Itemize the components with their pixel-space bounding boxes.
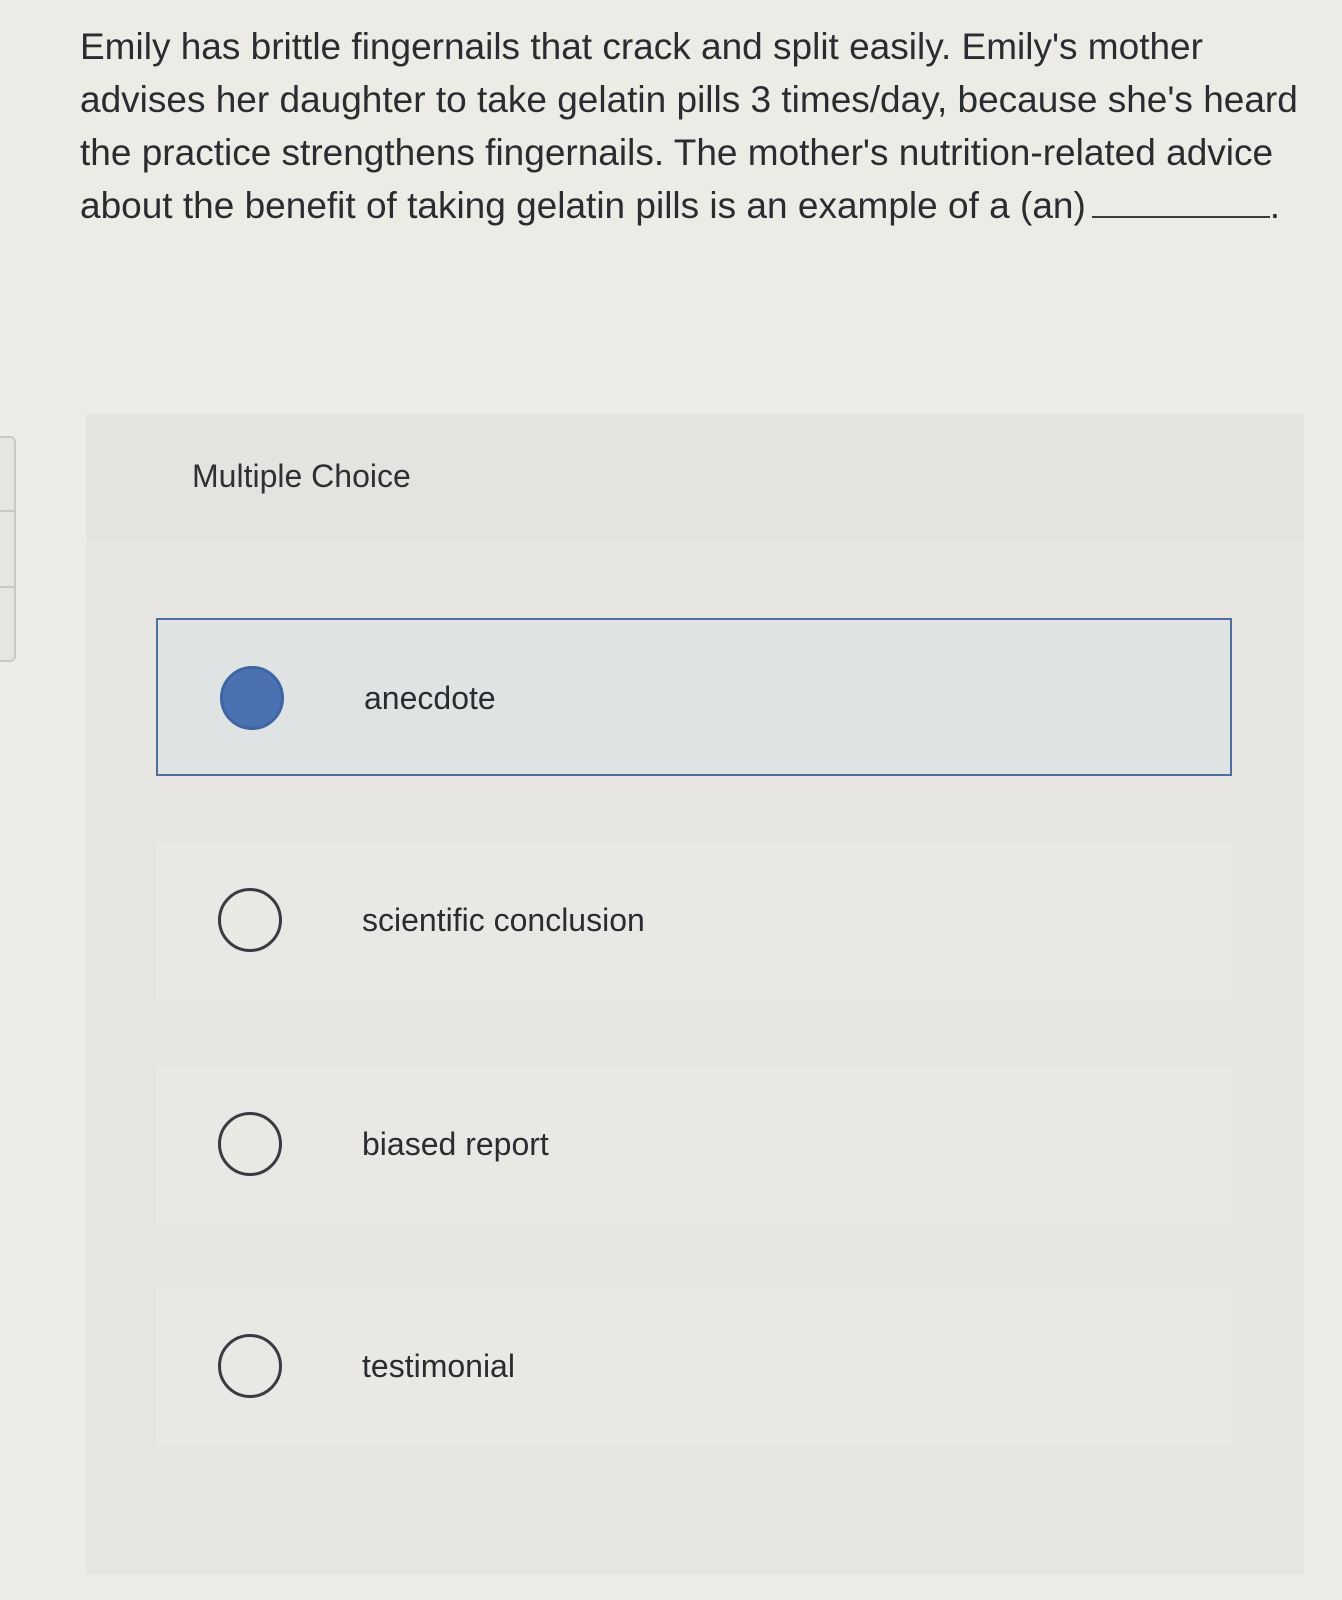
blank-period: . <box>1269 185 1281 226</box>
multiple-choice-label: Multiple Choice <box>192 458 411 494</box>
option-label: anecdote <box>364 680 496 716</box>
option-scientific-conclusion[interactable]: scientific conclusion <box>156 842 1232 1000</box>
radio-empty-icon[interactable] <box>218 888 282 952</box>
option-testimonial[interactable]: testimonial <box>156 1288 1232 1446</box>
option-label: biased report <box>362 1126 549 1162</box>
option-biased-report[interactable]: biased report <box>156 1066 1232 1224</box>
option-anecdote[interactable]: anecdote <box>156 618 1232 776</box>
question-prompt: Emily has brittle fingernails that crack… <box>80 20 1320 232</box>
radio-empty-icon[interactable] <box>218 1334 282 1398</box>
radio-selected-icon[interactable] <box>220 666 284 730</box>
notebook-edge <box>0 436 16 662</box>
panel-header: Multiple Choice <box>86 414 1304 538</box>
option-label: scientific conclusion <box>362 902 645 938</box>
answer-blank <box>1091 186 1270 218</box>
radio-empty-icon[interactable] <box>218 1112 282 1176</box>
option-label: testimonial <box>362 1348 515 1384</box>
multiple-choice-panel: Multiple Choice anecdote scientific conc… <box>86 414 1304 1574</box>
